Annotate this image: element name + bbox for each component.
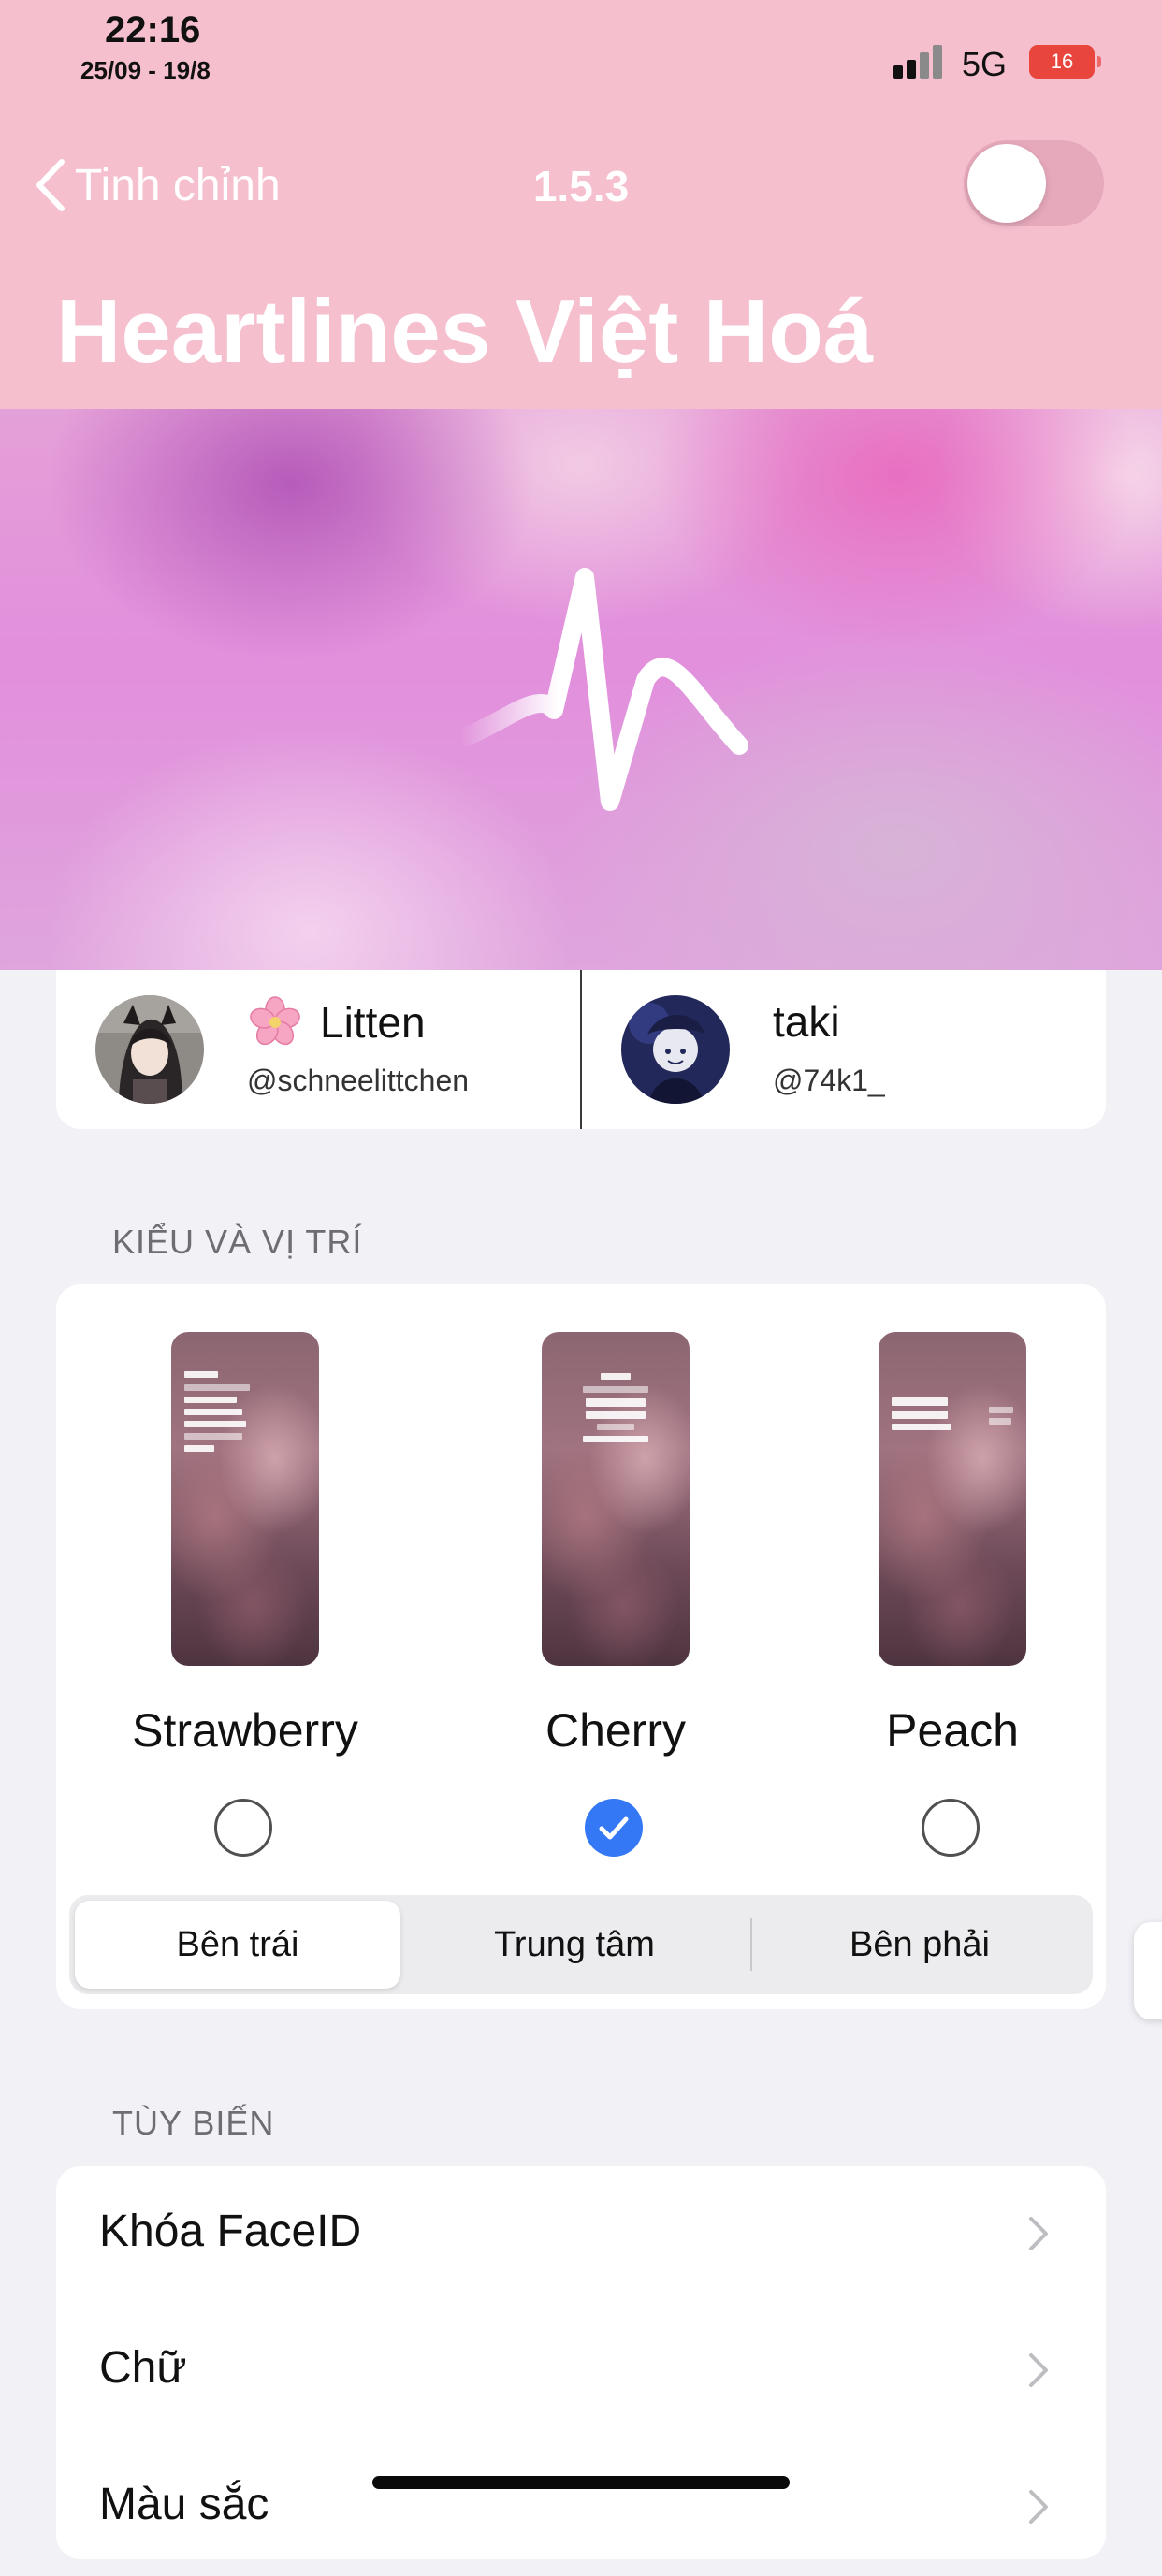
avatar (621, 995, 730, 1104)
chevron-right-icon (1029, 2490, 1048, 2524)
style-label-cherry: Cherry (545, 1704, 687, 1757)
status-date: 25/09 - 19/8 (80, 56, 211, 84)
cellular-signal-icon (893, 41, 946, 79)
credit-item[interactable]: Litten @schneelittchen (56, 970, 580, 1129)
battery-tip (1097, 56, 1101, 67)
hero-banner (0, 409, 1162, 970)
enable-toggle[interactable] (964, 140, 1104, 226)
chevron-right-icon (1029, 2217, 1048, 2250)
style-preview-strawberry[interactable] (171, 1332, 319, 1666)
home-indicator[interactable] (372, 2476, 790, 2489)
page-title: Heartlines Việt Hoá (56, 282, 874, 382)
back-button[interactable]: Tinh chỉnh (34, 157, 281, 213)
section-header-style: KIỂU VÀ VỊ TRÍ (112, 1223, 363, 1261)
list-item-label: Khóa FaceID (99, 2207, 362, 2256)
avatar (95, 995, 204, 1104)
section-header-customize: TÙY BIẾN (112, 2104, 275, 2142)
list-item-text[interactable]: Chữ (56, 2303, 1106, 2439)
network-type: 5G (962, 45, 1008, 83)
chevron-right-icon (1029, 2353, 1048, 2387)
heartbeat-icon (451, 568, 748, 811)
status-time: 22:16 (105, 9, 201, 51)
style-label-peach: Peach (886, 1704, 1019, 1757)
cherry-blossom-icon (250, 996, 300, 1046)
credit-name-text: Litten (320, 998, 426, 1047)
radio-cherry[interactable] (585, 1799, 643, 1857)
list-item-faceid-lock[interactable]: Khóa FaceID (56, 2166, 1106, 2303)
credit-name: taki (773, 997, 840, 1046)
list-item-label: Màu sắc (99, 2480, 269, 2529)
credit-handle: @74k1_ (773, 1064, 885, 1097)
radio-strawberry[interactable] (214, 1799, 272, 1857)
list-item-label: Chữ (99, 2343, 187, 2393)
chevron-left-icon (36, 159, 65, 211)
battery-icon: 16 (1029, 45, 1095, 79)
toggle-knob (967, 144, 1046, 223)
style-preview-cherry[interactable] (542, 1332, 690, 1666)
segment-left[interactable]: Bên trái (75, 1901, 400, 1989)
customize-card: Khóa FaceID Chữ Màu sắc (56, 2166, 1106, 2559)
list-item-colors[interactable]: Màu sắc (56, 2439, 1106, 2576)
checkmark-icon (599, 1816, 629, 1840)
segment-right[interactable]: Bên phải (752, 1901, 1087, 1989)
credit-item[interactable]: taki @74k1_ (582, 970, 1106, 1129)
header-bar: 22:16 25/09 - 19/8 5G 16 Tinh chỉnh 1.5.… (0, 0, 1162, 409)
radio-peach[interactable] (922, 1799, 980, 1857)
position-segmented-control: Bên trái Trung tâm Bên phải (69, 1895, 1093, 1994)
segment-center[interactable]: Trung tâm (406, 1901, 743, 1989)
back-button-label: Tinh chỉnh (75, 160, 281, 210)
credit-name: Litten (247, 996, 426, 1049)
floating-assistive-button[interactable] (1134, 1922, 1162, 2019)
credit-handle: @schneelittchen (247, 1064, 470, 1097)
style-card: Strawberry Cherry Peach Bên trái Trung t… (56, 1284, 1106, 2009)
credits-card: Litten @schneelittchen taki @74k1_ (56, 970, 1106, 1129)
style-preview-peach[interactable] (879, 1332, 1026, 1666)
style-label-strawberry: Strawberry (132, 1704, 358, 1757)
